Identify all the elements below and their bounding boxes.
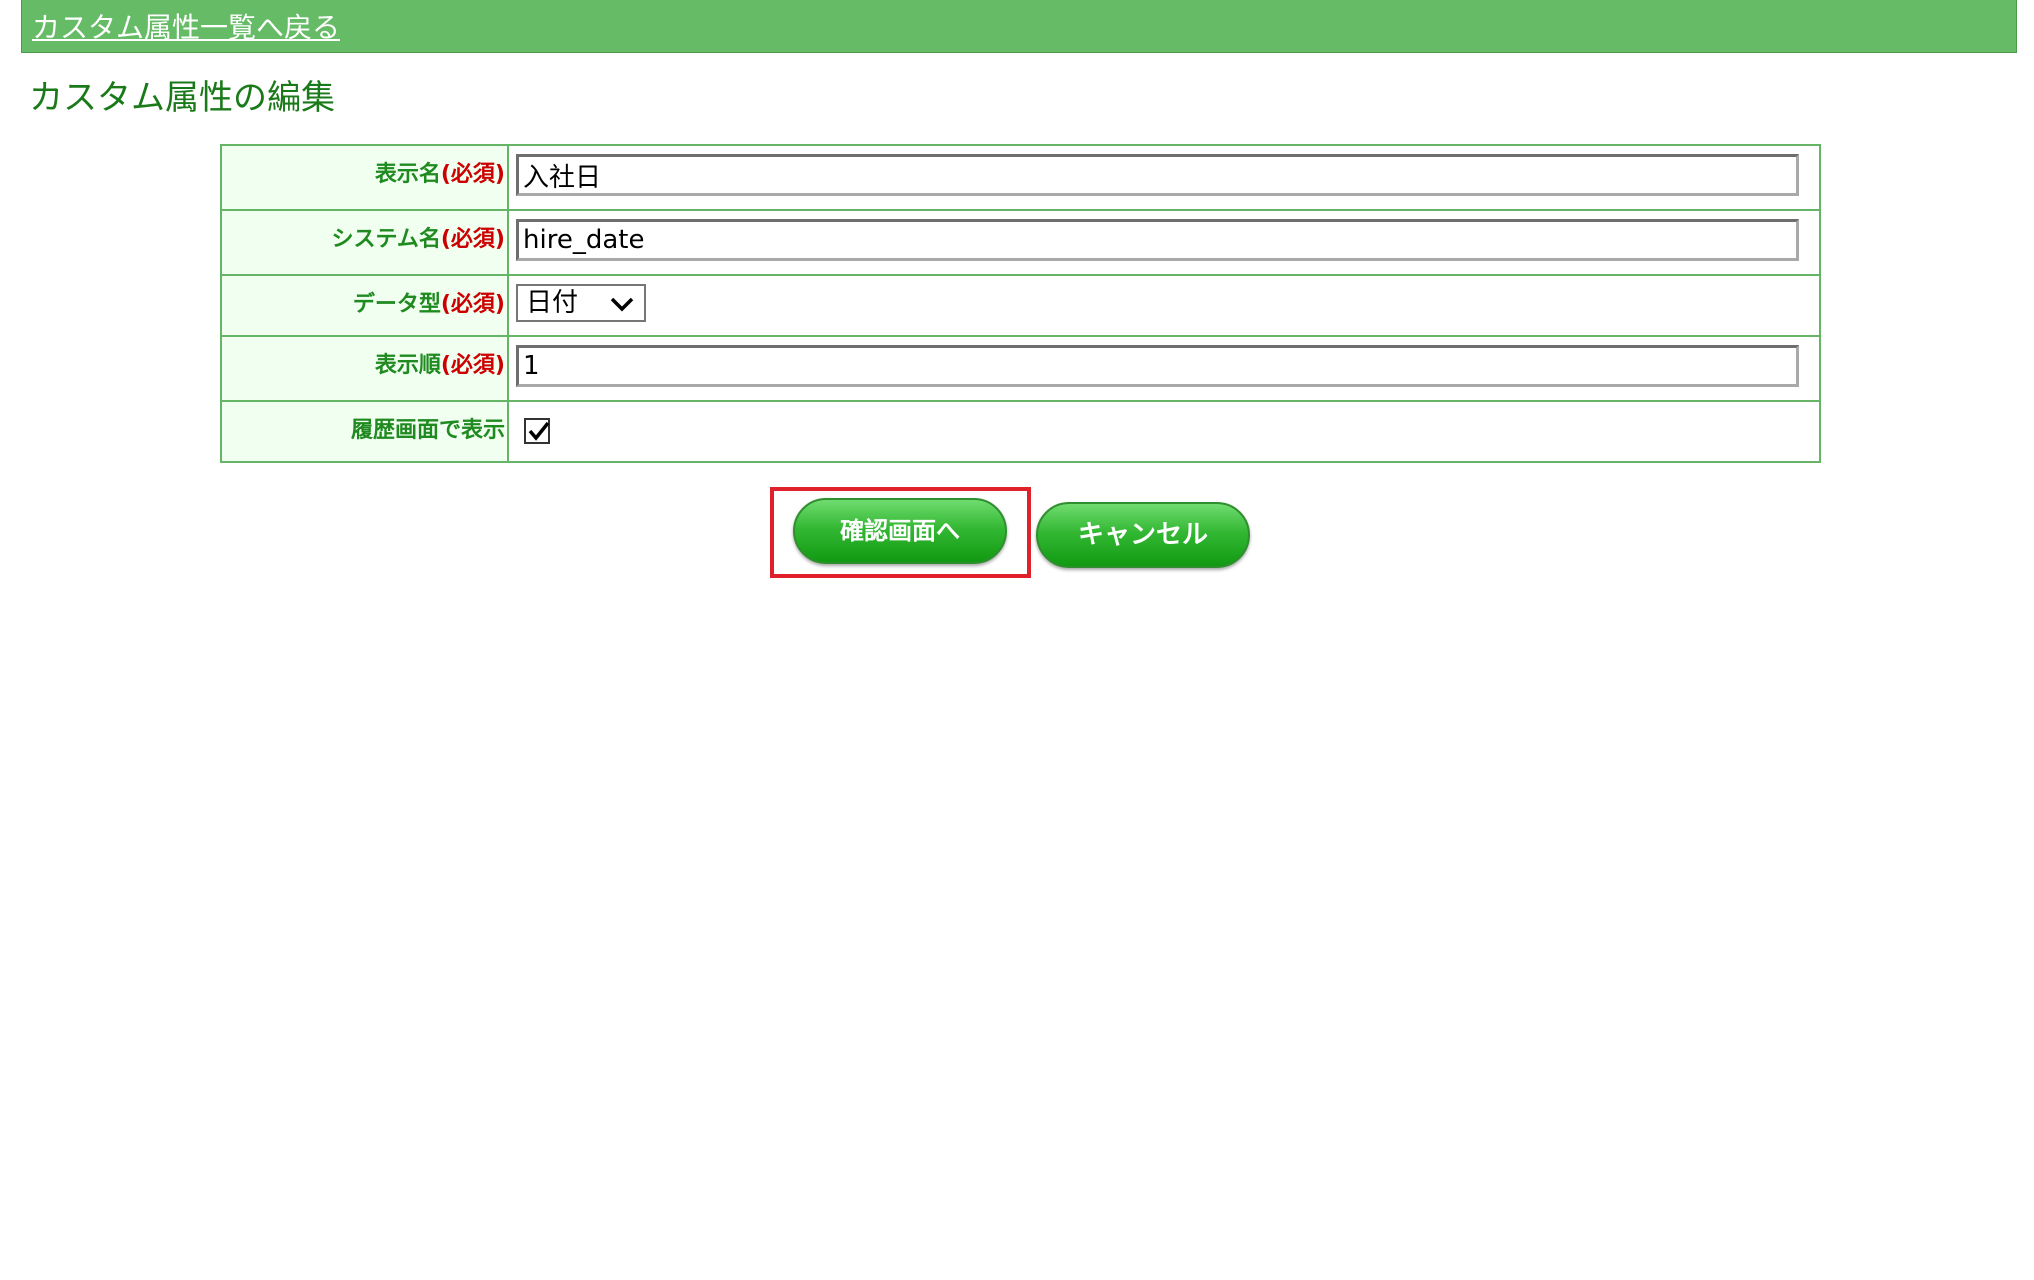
edit-form-table: 表示名(必須) システム名(必須) データ型(必須) 日付 表示順(必須) 履歴…: [220, 144, 1821, 463]
display-order-input[interactable]: [516, 345, 1799, 387]
chevron-down-icon: [610, 297, 634, 312]
confirm-button[interactable]: 確認画面へ: [793, 498, 1007, 564]
data-type-selected-value: 日付: [526, 288, 579, 318]
form-row-display-order: 表示順(必須): [220, 335, 1821, 402]
back-to-list-link[interactable]: カスタム属性一覧へ戻る: [32, 6, 340, 46]
system-name-input[interactable]: [516, 219, 1799, 261]
checkmark-icon: [528, 421, 550, 441]
required-marker: (必須): [440, 292, 505, 317]
system-name-label: システム名(必須): [220, 209, 509, 276]
data-type-select[interactable]: 日付: [516, 284, 646, 322]
top-nav-bar: カスタム属性一覧へ戻る: [21, 0, 2017, 53]
form-row-display-name: 表示名(必須): [220, 144, 1821, 211]
display-name-input[interactable]: [516, 154, 1799, 196]
form-row-show-in-history: 履歴画面で表示: [220, 400, 1821, 463]
display-order-label: 表示順(必須): [220, 335, 509, 402]
required-marker: (必須): [440, 162, 505, 187]
form-row-data-type: データ型(必須) 日付: [220, 274, 1821, 337]
required-marker: (必須): [440, 227, 505, 252]
show-in-history-label: 履歴画面で表示: [220, 400, 509, 463]
cancel-button[interactable]: キャンセル: [1036, 502, 1250, 568]
data-type-label: データ型(必須): [220, 274, 509, 337]
show-in-history-checkbox[interactable]: [524, 418, 550, 444]
page-title: カスタム属性の編集: [29, 78, 335, 118]
form-row-system-name: システム名(必須): [220, 209, 1821, 276]
required-marker: (必須): [440, 353, 505, 378]
display-name-label: 表示名(必須): [220, 144, 509, 211]
